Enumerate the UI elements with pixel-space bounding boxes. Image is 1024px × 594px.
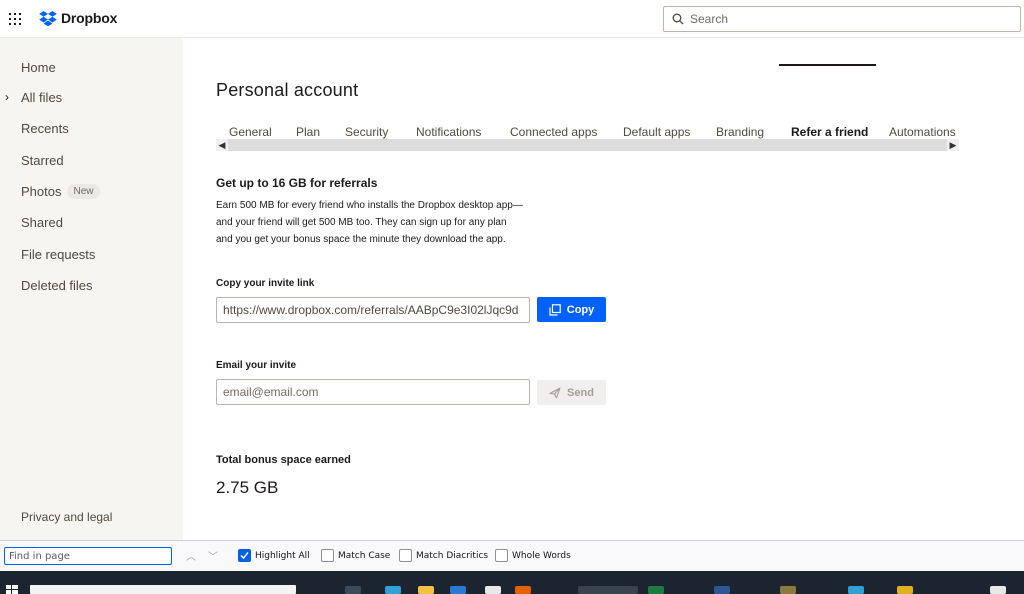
sidebar: Home › All files Recents Starred Photos … — [0, 38, 183, 540]
store-icon[interactable] — [485, 586, 501, 594]
scroll-left-icon[interactable]: ◀ — [216, 139, 228, 151]
new-badge: New — [67, 184, 100, 199]
excel-icon[interactable] — [648, 586, 664, 594]
bonus-value: 2.75 GB — [216, 478, 279, 497]
app-icon[interactable] — [848, 586, 864, 594]
app-grid-icon[interactable] — [9, 13, 21, 25]
option-label: Match Diacritics — [416, 550, 489, 561]
main-content: Personal account General Plan Security N… — [183, 38, 1024, 540]
copy-icon — [549, 303, 561, 316]
tab-branding[interactable]: Branding — [716, 125, 764, 139]
find-input[interactable] — [4, 547, 172, 565]
chevron-up-icon[interactable]: ︿ — [186, 548, 196, 563]
chevron-right-icon[interactable]: › — [5, 90, 9, 104]
top-bar: Dropbox — [0, 0, 1024, 38]
match-diacritics-option[interactable]: Match Diacritics — [399, 549, 488, 562]
brand-name: Dropbox — [61, 10, 118, 26]
sidebar-item-label: Starred — [21, 153, 64, 168]
sidebar-item-label: File requests — [21, 247, 96, 262]
search-input[interactable] — [690, 12, 990, 26]
description-line: and your friend will get 500 MB too. The… — [216, 217, 507, 228]
bonus-heading: Total bonus space earned — [216, 454, 351, 466]
sidebar-item-deleted-files[interactable]: Deleted files — [21, 278, 93, 293]
edge-icon[interactable] — [385, 586, 401, 594]
whole-words-option[interactable]: Whole Words — [495, 549, 571, 562]
checkbox-icon[interactable] — [399, 549, 412, 562]
tab-connected-apps[interactable]: Connected apps — [510, 125, 597, 139]
sidebar-item-label: Deleted files — [21, 278, 93, 293]
sidebar-item-all-files[interactable]: All files — [21, 90, 62, 105]
sidebar-item-home[interactable]: Home — [21, 60, 56, 75]
tab-plan[interactable]: Plan — [296, 125, 320, 139]
app-icon[interactable] — [897, 586, 913, 594]
scroll-right-icon[interactable]: ▶ — [947, 139, 959, 151]
invite-link-label: Copy your invite link — [216, 278, 315, 289]
page-title: Personal account — [216, 80, 359, 100]
sidebar-item-recents[interactable]: Recents — [21, 121, 69, 136]
sidebar-item-label: Home — [21, 60, 56, 75]
os-taskbar — [0, 571, 1024, 594]
tab-refer-a-friend[interactable]: Refer a friend — [791, 125, 868, 139]
tab-security[interactable]: Security — [345, 125, 388, 139]
tabs-scrollbar[interactable]: ◀ ▶ — [216, 139, 959, 151]
sidebar-item-label: Photos — [21, 184, 62, 199]
dropbox-logo[interactable]: Dropbox — [39, 10, 117, 26]
sidebar-item-label: Recents — [21, 121, 69, 136]
find-bar: ︿ ﹀ Highlight All Match Case Match Diacr… — [0, 540, 1024, 571]
tab-notifications[interactable]: Notifications — [416, 125, 481, 139]
tab-automations[interactable]: Automations — [889, 125, 956, 139]
sidebar-item-photos[interactable]: Photos New — [21, 184, 100, 199]
sidebar-item-label: Shared — [21, 215, 63, 230]
email-field[interactable] — [216, 379, 530, 405]
option-label: Match Case — [338, 550, 391, 561]
tab-general[interactable]: General — [229, 125, 272, 139]
taskbar-search-box[interactable] — [30, 585, 296, 594]
windows-start-icon[interactable] — [6, 585, 18, 594]
app-icon[interactable] — [780, 586, 796, 594]
invite-link-field[interactable] — [216, 297, 530, 323]
option-label: Whole Words — [512, 550, 571, 561]
copy-label: Copy — [566, 303, 595, 316]
checkbox-icon[interactable] — [495, 549, 508, 562]
email-invite-label: Email your invite — [216, 360, 297, 371]
system-tray-icon[interactable] — [990, 586, 1006, 594]
send-button[interactable]: Send — [537, 380, 606, 405]
file-explorer-icon[interactable] — [418, 586, 434, 594]
sidebar-item-starred[interactable]: Starred — [21, 153, 64, 168]
task-view-icon[interactable] — [345, 586, 361, 594]
search-box[interactable] — [663, 6, 1021, 32]
checkbox-checked-icon[interactable] — [238, 549, 251, 562]
sidebar-item-file-requests[interactable]: File requests — [21, 247, 95, 262]
checkbox-icon[interactable] — [321, 549, 334, 562]
tab-default-apps[interactable]: Default apps — [623, 125, 690, 139]
copy-button[interactable]: Copy — [537, 297, 606, 322]
highlight-all-option[interactable]: Highlight All — [238, 549, 310, 562]
option-label: Highlight All — [255, 550, 310, 561]
chevron-down-icon[interactable]: ﹀ — [208, 548, 218, 563]
word-icon[interactable] — [714, 586, 730, 594]
mail-icon[interactable] — [450, 586, 466, 594]
sidebar-item-shared[interactable]: Shared — [21, 215, 63, 230]
privacy-legal-link[interactable]: Privacy and legal — [21, 510, 112, 524]
description-line: and you get your bonus space the minute … — [216, 234, 506, 245]
match-case-option[interactable]: Match Case — [321, 549, 390, 562]
active-window-icon[interactable] — [578, 586, 638, 594]
dropbox-box-icon — [39, 10, 57, 26]
referrals-description: Earn 500 MB for every friend who install… — [216, 197, 546, 248]
active-tab-indicator — [779, 64, 876, 66]
sidebar-item-label: All files — [21, 90, 63, 105]
send-icon — [549, 386, 561, 399]
firefox-icon[interactable] — [515, 586, 531, 594]
search-icon — [672, 13, 684, 25]
description-line: Earn 500 MB for every friend who install… — [216, 200, 523, 211]
referrals-heading: Get up to 16 GB for referrals — [216, 176, 378, 190]
send-label: Send — [567, 386, 594, 399]
